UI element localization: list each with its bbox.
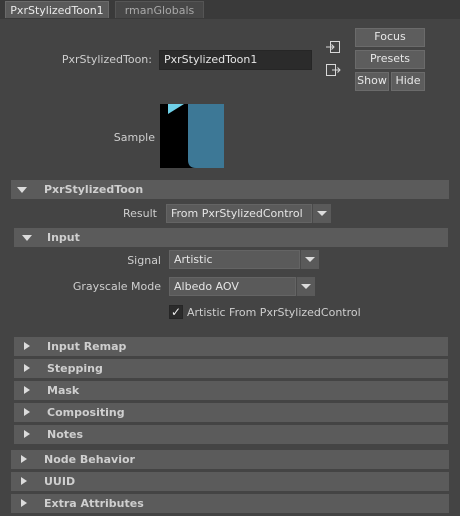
result-label: Result [123, 207, 157, 220]
node-name-field[interactable]: PxrStylizedToon1 [159, 50, 312, 70]
result-dropdown-arrow[interactable] [312, 204, 331, 223]
node-name-label: PxrStylizedToon: [61, 53, 152, 66]
section-title: Input Remap [47, 340, 127, 353]
output-connection-icon[interactable] [325, 63, 341, 77]
sample-swatch [160, 104, 224, 168]
section-input[interactable]: Input [14, 228, 448, 247]
section-title: UUID [44, 475, 76, 488]
section-title: Notes [47, 428, 84, 441]
grayscale-mode-dropdown-arrow[interactable] [296, 277, 315, 296]
artistic-from-control-checkbox[interactable]: ✓ [169, 305, 183, 319]
signal-label: Signal [127, 254, 161, 267]
tab-rmanglobals[interactable]: rmanGlobals [115, 1, 204, 18]
result-dropdown[interactable]: From PxrStylizedControl [166, 204, 312, 223]
signal-dropdown-arrow[interactable] [300, 250, 319, 269]
section-title: Input [47, 231, 80, 244]
section-title: Node Behavior [44, 453, 135, 466]
section-compositing[interactable]: Compositing [14, 403, 448, 422]
grayscale-mode-label: Grayscale Mode [72, 280, 161, 293]
expand-triangle-icon [19, 494, 31, 513]
presets-button[interactable]: Presets [355, 50, 425, 69]
tab-pxrstylizedtoon1[interactable]: PxrStylizedToon1 [5, 1, 109, 18]
chevron-down-icon [300, 250, 319, 269]
expand-triangle-icon [22, 425, 34, 444]
section-title: PxrStylizedToon [44, 183, 144, 196]
sample-label: Sample [113, 131, 155, 144]
expand-triangle-icon [22, 359, 34, 378]
section-stepping[interactable]: Stepping [14, 359, 448, 378]
grayscale-mode-value: Albedo AOV [174, 280, 239, 293]
expand-triangle-icon [19, 472, 31, 491]
section-input-remap[interactable]: Input Remap [14, 337, 448, 356]
expand-triangle-icon [19, 450, 31, 469]
tab-bar: PxrStylizedToon1 rmanGlobals [0, 0, 460, 19]
collapse-triangle-icon [17, 180, 29, 199]
expand-triangle-icon [22, 403, 34, 422]
artistic-from-control-label: Artistic From PxrStylizedControl [187, 306, 361, 319]
section-extra-attributes[interactable]: Extra Attributes [11, 494, 449, 513]
focus-button[interactable]: Focus [355, 28, 425, 47]
grayscale-mode-dropdown[interactable]: Albedo AOV [169, 277, 296, 296]
section-title: Extra Attributes [44, 497, 144, 510]
checkmark-icon: ✓ [171, 305, 182, 319]
show-button[interactable]: Show [355, 72, 389, 91]
section-pxrstylizedtoon[interactable]: PxrStylizedToon [11, 180, 449, 199]
section-mask[interactable]: Mask [14, 381, 448, 400]
hide-button[interactable]: Hide [391, 72, 425, 91]
result-value: From PxrStylizedControl [171, 207, 303, 220]
signal-dropdown[interactable]: Artistic [169, 250, 300, 269]
section-notes[interactable]: Notes [14, 425, 448, 444]
collapse-triangle-icon [22, 228, 34, 247]
attribute-editor: PxrStylizedToon1 rmanGlobals PxrStylized… [0, 0, 460, 516]
section-title: Mask [47, 384, 80, 397]
expand-triangle-icon [22, 337, 34, 356]
section-node-behavior[interactable]: Node Behavior [11, 450, 449, 469]
section-title: Compositing [47, 406, 125, 419]
input-connection-icon[interactable] [325, 40, 341, 54]
section-uuid[interactable]: UUID [11, 472, 449, 491]
chevron-down-icon [296, 277, 315, 296]
chevron-down-icon [312, 204, 331, 223]
expand-triangle-icon [22, 381, 34, 400]
section-title: Stepping [47, 362, 103, 375]
signal-value: Artistic [174, 253, 213, 266]
